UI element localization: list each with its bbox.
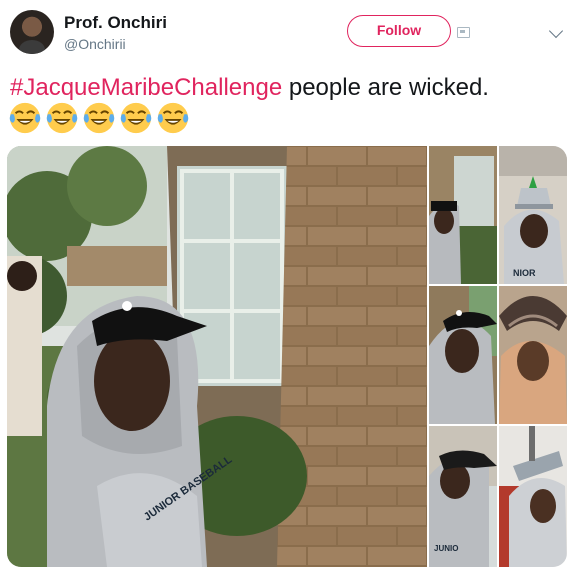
face-with-tears-of-joy-icon: [120, 102, 152, 134]
author-handle[interactable]: @Onchirii: [64, 36, 126, 52]
face-with-tears-of-joy-icon: [46, 102, 78, 134]
main-photo[interactable]: JUNIOR BASEBALL: [7, 146, 427, 567]
svg-text:JUNIO: JUNIO: [434, 544, 458, 553]
follow-button[interactable]: Follow: [347, 15, 451, 47]
thumbnail-4[interactable]: [499, 286, 567, 424]
thumbnail-5[interactable]: JUNIO: [429, 426, 497, 567]
thumbnail-2[interactable]: NIOR: [499, 146, 567, 284]
face-with-tears-of-joy-icon: [9, 102, 41, 134]
media-badge-icon: [457, 27, 470, 38]
thumbnail-1[interactable]: [429, 146, 497, 284]
chevron-down-icon[interactable]: [548, 23, 564, 39]
media-collage[interactable]: JUNIOR BASEBALL NIOR JUNIO: [7, 146, 567, 567]
tweet-text: #JacqueMaribeChallenge people are wicked…: [10, 73, 489, 103]
avatar[interactable]: [10, 10, 54, 54]
tweet-body-text: people are wicked.: [282, 74, 489, 101]
face-with-tears-of-joy-icon: [157, 102, 189, 134]
thumbnail-6[interactable]: [499, 426, 567, 567]
face-with-tears-of-joy-icon: [83, 102, 115, 134]
tweet-header: Prof. Onchiri @Onchirii Follow: [0, 0, 574, 68]
author-display-name[interactable]: Prof. Onchiri: [64, 13, 167, 33]
thumbnail-3[interactable]: [429, 286, 497, 424]
svg-text:NIOR: NIOR: [513, 268, 536, 278]
hashtag-link[interactable]: #JacqueMaribeChallenge: [10, 74, 282, 101]
emoji-row: [8, 101, 190, 137]
